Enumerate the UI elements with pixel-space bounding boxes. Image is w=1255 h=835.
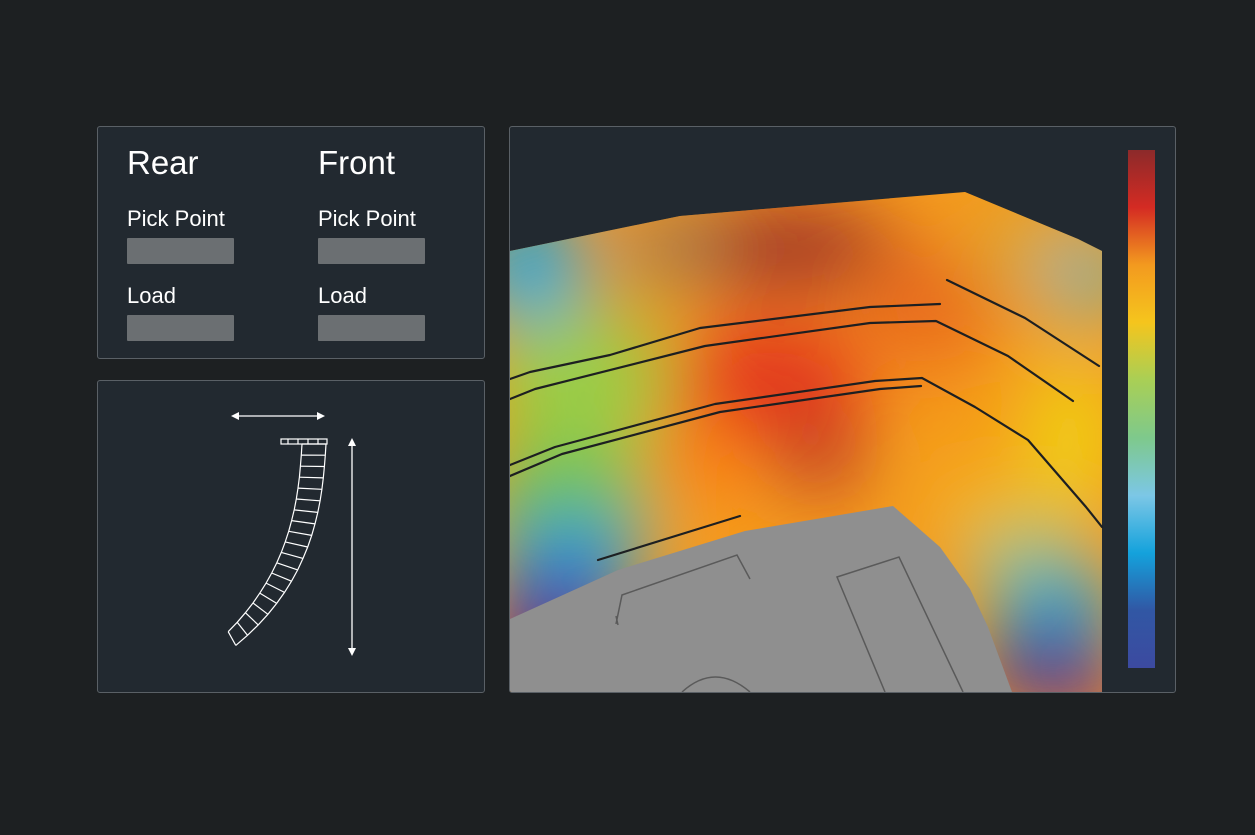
array-cabinet-divider	[244, 612, 259, 626]
array-cabinet-divider	[294, 509, 318, 513]
array-cabinet-divider	[288, 530, 312, 536]
array-cabinet-divider	[252, 602, 269, 615]
array-cabinet-divider	[227, 631, 237, 646]
array-cabinet-divider	[236, 621, 248, 636]
coverage-map-panel	[509, 126, 1176, 693]
array-cabinet-divider	[259, 592, 278, 604]
coverage-map-canvas	[510, 150, 1155, 692]
width-dimension-arrow-icon	[231, 412, 325, 420]
rear-heading: Rear	[127, 144, 199, 181]
array-view-canvas	[227, 412, 356, 656]
front-load-label: Load	[318, 283, 367, 308]
rear-pick-point-input[interactable]	[127, 238, 234, 264]
front-pick-point-input[interactable]	[318, 238, 425, 264]
front-load-input[interactable]	[318, 315, 425, 341]
array-cabinet-divider	[296, 498, 321, 502]
array-cabinet-divider	[271, 572, 292, 582]
array-cabinet-divider	[276, 562, 298, 571]
line-array-icon	[227, 438, 328, 646]
array-view-panel	[97, 380, 485, 693]
front-heading: Front	[318, 144, 396, 181]
array-cabinet-divider	[285, 541, 308, 548]
colorbar	[1128, 150, 1155, 668]
front-pick-point-label: Pick Point	[318, 206, 416, 231]
rear-load-input[interactable]	[127, 315, 234, 341]
height-dimension-arrow-icon	[348, 438, 356, 656]
rigging-panel: Rear Pick Point Load Front Pick Point Lo…	[97, 126, 485, 359]
array-cabinet-divider	[265, 582, 285, 593]
rear-load-label: Load	[127, 283, 176, 308]
rear-pick-point-label: Pick Point	[127, 206, 225, 231]
array-cabinet-divider	[297, 487, 322, 490]
array-cabinet-divider	[291, 520, 316, 525]
array-cabinet-divider	[299, 476, 324, 479]
array-cabinet-divider	[281, 551, 304, 559]
